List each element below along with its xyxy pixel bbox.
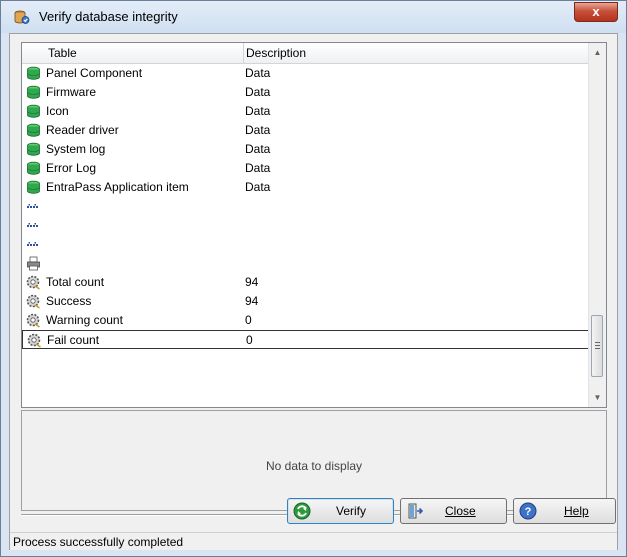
table-row[interactable] <box>22 235 589 254</box>
help-button-label: Help <box>564 504 589 518</box>
green-db-icon <box>26 161 41 176</box>
cell-table: Fail count <box>47 333 100 347</box>
cell-table: EntraPass Application item <box>46 180 189 194</box>
green-db-icon <box>26 180 41 195</box>
cell-description: 0 <box>246 333 253 347</box>
cell-description: Data <box>245 142 271 156</box>
cell-description: 0 <box>245 313 252 327</box>
cell-table: Error Log <box>46 161 97 175</box>
table-row[interactable]: Reader driver Data <box>22 121 589 140</box>
dotted-separator-icon <box>26 237 41 252</box>
table-row[interactable]: Total count 94 <box>22 273 589 292</box>
close-button[interactable]: Close <box>400 498 507 524</box>
gear-icon <box>26 313 41 328</box>
green-db-icon <box>26 142 41 157</box>
green-db-icon <box>26 123 41 138</box>
title-bar[interactable]: Verify database integrity x <box>1 1 626 33</box>
vertical-scrollbar[interactable]: ▲ ▼ <box>588 43 606 407</box>
green-db-icon <box>26 104 41 119</box>
cell-description: Data <box>245 180 271 194</box>
gear-icon <box>26 294 41 309</box>
close-button-label: Close <box>445 504 476 518</box>
cell-table: Icon <box>46 104 69 118</box>
verify-database-window: Verify database integrity x Table Descri… <box>0 0 627 557</box>
cell-table: Panel Component <box>46 66 143 80</box>
table-row[interactable]: Panel Component Data <box>22 64 589 83</box>
scroll-down-arrow-icon[interactable]: ▼ <box>592 392 603 403</box>
cell-description: Data <box>245 161 271 175</box>
cell-table: Firmware <box>46 85 96 99</box>
column-header-table[interactable]: Table <box>22 43 244 63</box>
cell-description: Data <box>245 104 271 118</box>
exit-door-icon <box>408 503 424 519</box>
table-row[interactable]: Success 94 <box>22 292 589 311</box>
cell-description: 94 <box>245 275 259 289</box>
help-icon: ? <box>519 502 537 520</box>
table-row[interactable]: System log Data <box>22 140 589 159</box>
cell-description: 94 <box>245 294 259 308</box>
scrollbar-thumb[interactable] <box>591 315 603 377</box>
green-db-icon <box>26 85 41 100</box>
table-row[interactable]: Icon Data <box>22 102 589 121</box>
gear-icon <box>26 275 41 290</box>
client-area: Table Description Panel Component Data Fir… <box>9 33 618 550</box>
printer-icon <box>26 256 41 271</box>
cell-description: Data <box>245 123 271 137</box>
refresh-icon <box>293 502 311 520</box>
cell-table: Reader driver <box>46 123 119 137</box>
column-header-description-label: Description <box>246 46 307 60</box>
help-button[interactable]: ? Help <box>513 498 616 524</box>
scroll-up-arrow-icon[interactable]: ▲ <box>592 47 603 58</box>
table-row[interactable]: EntraPass Application item Data <box>22 178 589 197</box>
table-row[interactable]: Warning count 0 <box>22 311 589 330</box>
column-header-description[interactable]: Description <box>244 43 589 63</box>
cell-description: Data <box>245 85 271 99</box>
status-bar: Process successfully completed <box>10 532 617 550</box>
table-row[interactable] <box>22 197 589 216</box>
cell-table: Total count <box>46 275 105 289</box>
database-verify-icon <box>14 10 30 24</box>
window-title: Verify database integrity <box>39 9 178 24</box>
dotted-separator-icon <box>26 218 41 233</box>
cell-table: Success <box>46 294 92 308</box>
verify-button-label: Verify <box>336 504 367 518</box>
gear-icon <box>27 333 42 348</box>
table-row[interactable]: Fail count 0 <box>22 330 589 349</box>
no-data-message: No data to display <box>265 459 363 473</box>
verify-button[interactable]: Verify <box>287 498 394 524</box>
window-close-button[interactable]: x <box>574 2 618 22</box>
dotted-separator-icon <box>26 199 41 214</box>
grid-header: Table Description <box>22 43 589 64</box>
table-row[interactable] <box>22 254 589 273</box>
cell-description: Data <box>245 66 271 80</box>
column-header-table-label: Table <box>48 46 77 60</box>
table-row[interactable]: Error Log Data <box>22 159 589 178</box>
status-text: Process successfully completed <box>13 535 184 549</box>
table-row[interactable]: Firmware Data <box>22 83 589 102</box>
table-row[interactable] <box>22 216 589 235</box>
cell-table: System log <box>46 142 106 156</box>
verification-grid[interactable]: Table Description Panel Component Data Fir… <box>21 42 607 408</box>
detail-panel: No data to display <box>21 410 607 511</box>
cell-table: Warning count <box>46 313 123 327</box>
green-db-icon <box>26 66 41 81</box>
svg-text:?: ? <box>525 506 532 518</box>
